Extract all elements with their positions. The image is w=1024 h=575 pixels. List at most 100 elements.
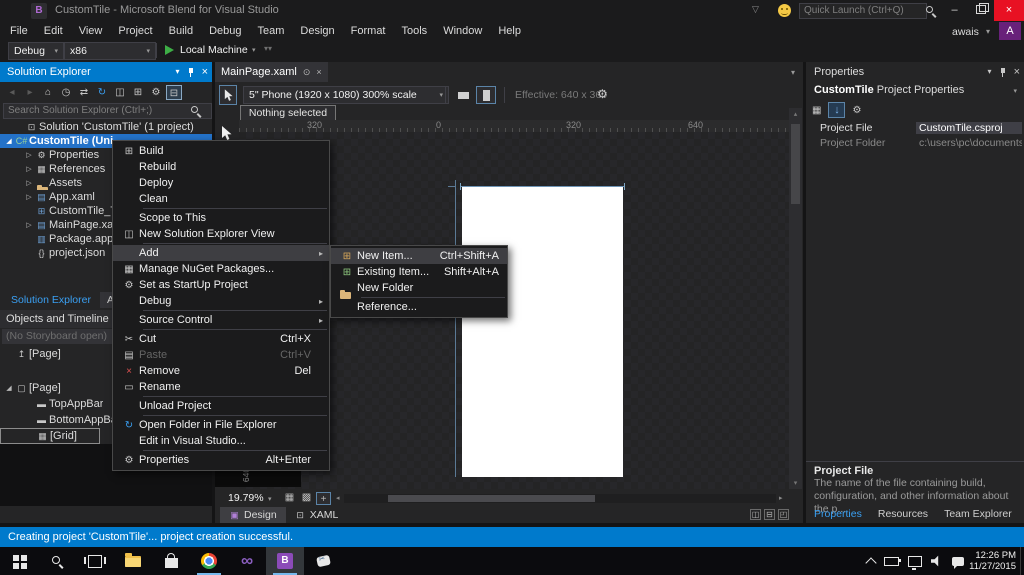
scroll-left-icon[interactable]: ◂ — [336, 494, 340, 502]
search-icon[interactable] — [925, 5, 937, 17]
solution-search-input[interactable]: Search Solution Explorer (Ctrl+;) — [3, 103, 212, 119]
user-dropdown-icon[interactable]: ▾ — [986, 27, 990, 36]
tray-chevron-up-icon[interactable] — [865, 556, 877, 569]
forward-icon[interactable]: ▸ — [22, 85, 38, 100]
properties-header[interactable]: Properties ▾ × — [806, 62, 1024, 82]
configuration-dropdown[interactable]: Debug ▾ — [8, 42, 64, 60]
portrait-orientation-button[interactable] — [476, 86, 496, 104]
context-menu-item[interactable]: Unload Project ▸ — [113, 398, 329, 414]
start-button[interactable] — [0, 547, 38, 575]
zoom-level[interactable]: 19.79% — [228, 492, 264, 504]
menu-item[interactable]: View — [71, 22, 111, 40]
property-row[interactable]: Project File CustomTile.csproj — [806, 120, 1024, 135]
pending-changes-icon[interactable]: ◷ — [58, 85, 74, 100]
submenu-item[interactable]: Reference... — [331, 299, 507, 315]
context-menu-item[interactable]: Add ▸ — [113, 245, 329, 261]
visual-studio-button[interactable]: ∞ — [228, 547, 266, 575]
horizontal-scrollbar[interactable] — [344, 494, 776, 503]
menu-item[interactable]: Debug — [201, 22, 249, 40]
scroll-down-icon[interactable]: ▾ — [789, 479, 802, 487]
run-icon[interactable] — [165, 45, 174, 55]
submenu-item[interactable] — [361, 297, 505, 298]
debug-target-button[interactable]: Local Machine — [180, 44, 248, 56]
expander-icon[interactable]: ▷ — [24, 165, 34, 173]
context-menu-item[interactable]: Debug ▸ — [113, 293, 329, 309]
menu-item[interactable]: File — [2, 22, 36, 40]
context-menu-item[interactable]: ⊞ Build ▸ — [113, 143, 329, 159]
context-menu-item[interactable]: Clean ▸ — [113, 191, 329, 207]
expand-collapse-pane-icon[interactable]: ◰ — [778, 509, 789, 520]
panel-tab[interactable]: Properties — [814, 506, 862, 522]
platform-dropdown[interactable]: x86 ▾ — [64, 42, 156, 60]
menu-item[interactable]: Tools — [394, 22, 436, 40]
context-menu-item[interactable]: ▸ — [143, 396, 327, 397]
context-menu-item[interactable]: ▦ Manage NuGet Packages... ▸ — [113, 261, 329, 277]
send-smile-icon[interactable] — [778, 4, 791, 17]
show-grid-icon[interactable]: ▩ — [299, 492, 314, 503]
context-menu-item[interactable]: ▤ Paste Ctrl+V ▸ — [113, 347, 329, 363]
context-menu-item[interactable]: ↻ Open Folder in File Explorer ▸ — [113, 417, 329, 433]
volume-icon[interactable] — [931, 555, 939, 567]
pin-icon[interactable] — [186, 67, 196, 78]
solution-explorer-header[interactable]: Solution Explorer ▾ × — [0, 62, 212, 82]
preview-icon[interactable]: ⊞ — [130, 85, 146, 100]
submenu-item[interactable]: ⊞ New Item... Ctrl+Shift+A — [331, 248, 507, 264]
file-explorer-button[interactable] — [114, 547, 152, 575]
split-horizontal-icon[interactable]: ⊟ — [764, 509, 775, 520]
scroll-right-icon[interactable]: ▸ — [779, 494, 783, 502]
context-menu-item[interactable]: ▸ — [143, 415, 327, 416]
sync-selection-icon[interactable]: ⇄ — [76, 85, 92, 100]
context-menu-item[interactable]: Edit in Visual Studio... ▸ — [113, 433, 329, 449]
context-menu-item[interactable]: ⚙ Properties Alt+Enter ▸ — [113, 452, 329, 468]
context-menu-item[interactable]: ◫ New Solution Explorer View ▸ — [113, 226, 329, 242]
menu-item[interactable]: Design — [292, 22, 342, 40]
snap-grid-icon[interactable]: + — [316, 492, 331, 505]
window-position-icon[interactable]: ▾ — [176, 62, 180, 82]
panel-tab[interactable]: Team Explorer — [944, 506, 1012, 522]
expander-icon[interactable]: ▷ — [24, 151, 34, 159]
close-tab-icon[interactable]: × — [316, 67, 321, 77]
snipping-tool-button[interactable] — [304, 547, 342, 575]
wrench-icon[interactable]: ⚙ — [852, 105, 861, 116]
view-tab[interactable]: ▣ Design — [220, 507, 286, 523]
network-icon[interactable] — [908, 555, 922, 570]
context-menu-item[interactable]: ▸ — [143, 310, 327, 311]
refresh-icon[interactable]: ↻ — [94, 85, 110, 100]
categorized-view-icon[interactable]: ▦ — [812, 105, 821, 116]
menu-item[interactable]: Format — [343, 22, 394, 40]
signed-in-user[interactable]: awais — [952, 26, 979, 38]
expander-icon[interactable]: ▷ — [24, 193, 34, 201]
document-tab[interactable]: MainPage.xaml ⊙ × — [215, 62, 328, 82]
document-well-dropdown-icon[interactable]: ▾ — [791, 68, 795, 77]
notifications-icon[interactable] — [952, 556, 964, 569]
expander-icon[interactable]: ▷ — [24, 179, 34, 187]
close-button[interactable]: × — [994, 0, 1024, 21]
split-vertical-icon[interactable]: ◫ — [750, 509, 761, 520]
context-menu-item[interactable]: ▸ — [143, 208, 327, 209]
submenu-item[interactable]: New Folder — [331, 280, 507, 299]
vertical-scrollbar[interactable]: ▴ ▾ — [789, 108, 802, 489]
alphabetical-sort-icon[interactable]: ↓ — [828, 102, 846, 118]
context-menu-item[interactable]: × Remove Del ▸ — [113, 363, 329, 379]
search-icon[interactable] — [190, 105, 202, 117]
menu-item[interactable]: Team — [250, 22, 293, 40]
tree-item[interactable]: ⊡ Solution 'CustomTile' (1 project) — [0, 120, 212, 134]
chevron-down-icon[interactable]: ▾ — [252, 46, 256, 54]
quick-launch-input[interactable]: Quick Launch (Ctrl+Q) — [799, 3, 927, 19]
taskbar-search-button[interactable] — [38, 547, 76, 575]
restore-button[interactable] — [968, 0, 993, 21]
battery-icon[interactable] — [884, 556, 901, 566]
context-menu-item[interactable]: ▭ Rename ▸ — [113, 379, 329, 395]
menu-item[interactable]: Help — [490, 22, 529, 40]
scrollbar-thumb[interactable] — [388, 495, 595, 502]
feedback-icon[interactable]: ▽ — [752, 4, 759, 15]
back-icon[interactable]: ◂ — [4, 85, 20, 100]
taskbar-clock[interactable]: 12:26 PM 11/27/2015 — [969, 550, 1016, 572]
scroll-up-icon[interactable]: ▴ — [789, 110, 802, 118]
task-view-button[interactable] — [76, 547, 114, 575]
menu-item[interactable]: Build — [161, 22, 201, 40]
minimize-button[interactable]: – — [942, 0, 967, 21]
objects-tree-item[interactable]: ▦ [Grid] — [0, 428, 100, 444]
menu-item[interactable]: Project — [110, 22, 160, 40]
close-icon[interactable]: × — [202, 62, 208, 82]
